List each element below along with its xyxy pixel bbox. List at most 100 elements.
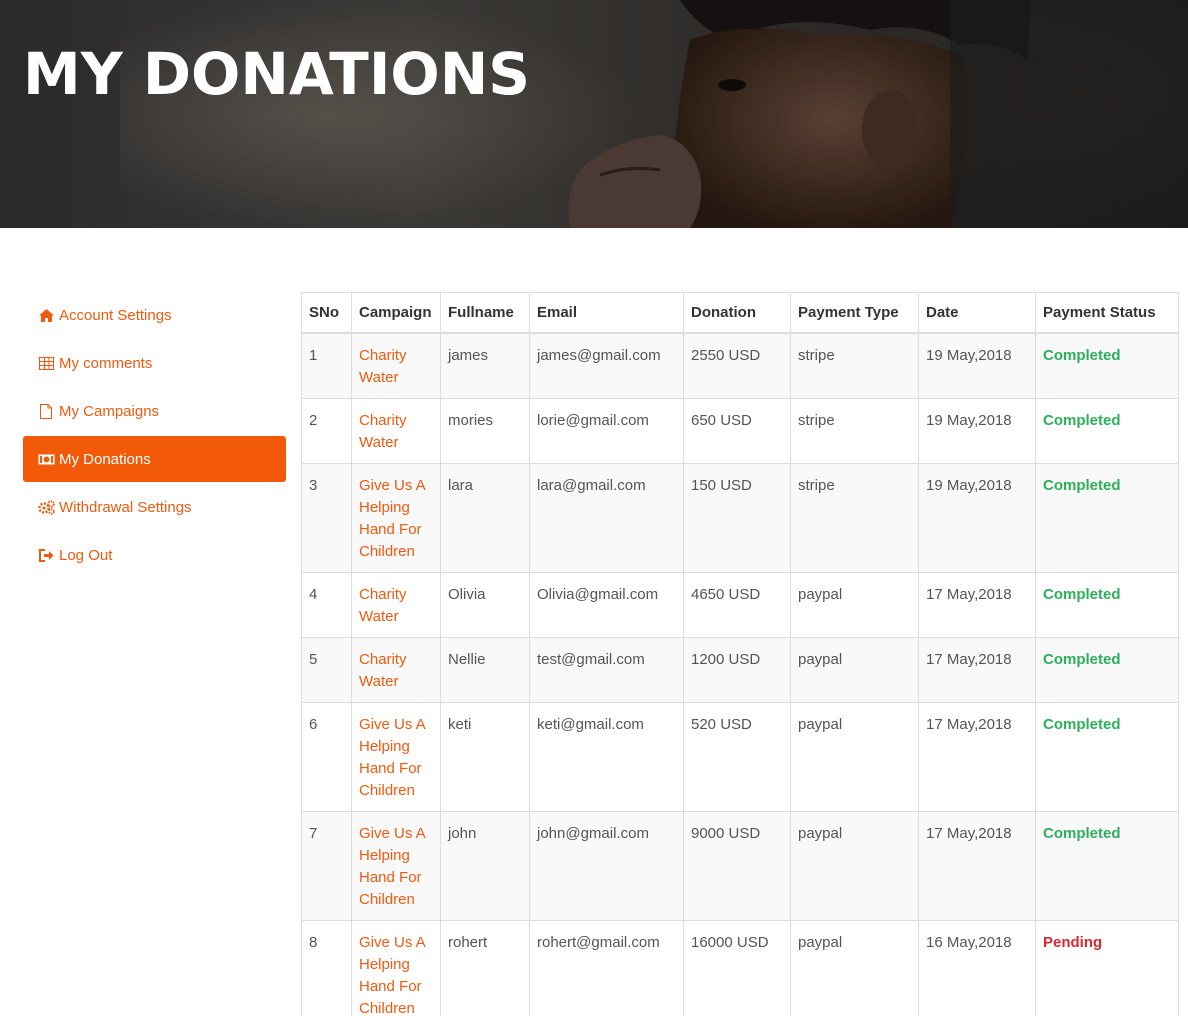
cell-email: Olivia@gmail.com: [529, 571, 684, 638]
cell-fullname: john: [440, 810, 530, 921]
cell-payment-status: Completed: [1035, 571, 1179, 638]
cell-date: 17 May,2018: [918, 571, 1036, 638]
cell-donation: 1200 USD: [683, 636, 791, 703]
table-row: 3 Give Us A Helping Hand For Children lara…: [301, 462, 1179, 573]
cell-fullname: rohert: [440, 919, 530, 1016]
cell-fullname: Nellie: [440, 636, 530, 703]
cell-date: 19 May,2018: [918, 397, 1036, 464]
cell-email: lorie@gmail.com: [529, 397, 684, 464]
cell-sno: 7: [301, 810, 352, 921]
column-header-campaign: Campaign: [351, 292, 441, 334]
column-header-date: Date: [918, 292, 1036, 334]
cell-campaign[interactable]: Charity Water: [351, 332, 441, 399]
table-row: 2 Charity Water mories lorie@gmail.com 650 U…: [301, 397, 1179, 464]
cell-email: test@gmail.com: [529, 636, 684, 703]
cell-sno: 3: [301, 462, 352, 573]
table-row: 5 Charity Water Nellie test@gmail.com 1200 U…: [301, 636, 1179, 703]
donations-table-container: SNo Campaign Fullname Email Donation Pay…: [301, 292, 1179, 1016]
banner-photo-child: [568, 0, 1188, 228]
sidebar-item-log-out[interactable]: Log Out: [23, 532, 286, 578]
cell-sno: 6: [301, 701, 352, 812]
cell-payment-type: paypal: [790, 810, 919, 921]
sidebar-item-label: My Campaigns: [59, 402, 160, 420]
cell-payment-type: paypal: [790, 701, 919, 812]
cell-sno: 2: [301, 397, 352, 464]
cell-donation: 16000 USD: [683, 919, 791, 1016]
cell-donation: 9000 USD: [683, 810, 791, 921]
sidebar-item-label: Log Out: [59, 546, 113, 564]
cell-donation: 4650 USD: [683, 571, 791, 638]
cell-payment-status: Completed: [1035, 332, 1179, 399]
sign-out-icon: [37, 547, 55, 563]
cell-payment-status: Pending: [1035, 919, 1179, 1016]
home-icon: [37, 307, 55, 323]
donations-table-body: 1 Charity Water james james@gmail.com 2550 U…: [301, 332, 1179, 1016]
cell-campaign[interactable]: Give Us A Helping Hand For Children: [351, 462, 441, 573]
sidebar-item-my-comments[interactable]: My comments: [23, 340, 286, 386]
sidebar-item-label: My comments: [59, 354, 153, 372]
account-sidebar: Account Settings My comments My Campaign…: [23, 292, 286, 580]
cell-donation: 150 USD: [683, 462, 791, 573]
cell-donation: 2550 USD: [683, 332, 791, 399]
table-icon: [37, 355, 55, 371]
cell-sno: 1: [301, 332, 352, 399]
cell-campaign[interactable]: Charity Water: [351, 397, 441, 464]
cell-payment-type: stripe: [790, 332, 919, 399]
cell-campaign[interactable]: Give Us A Helping Hand For Children: [351, 919, 441, 1016]
cell-payment-status: Completed: [1035, 701, 1179, 812]
cell-date: 19 May,2018: [918, 462, 1036, 573]
cell-date: 17 May,2018: [918, 636, 1036, 703]
cell-payment-type: stripe: [790, 462, 919, 573]
column-header-sno: SNo: [301, 292, 352, 334]
table-header-row: SNo Campaign Fullname Email Donation Pay…: [301, 292, 1179, 334]
page-title: MY DONATIONS: [23, 40, 531, 108]
cell-fullname: lara: [440, 462, 530, 573]
column-header-fullname: Fullname: [440, 292, 530, 334]
gears-icon: [37, 499, 55, 515]
cell-email: john@gmail.com: [529, 810, 684, 921]
cell-payment-type: paypal: [790, 571, 919, 638]
cell-sno: 4: [301, 571, 352, 638]
sidebar-item-label: Withdrawal Settings: [59, 498, 192, 516]
table-row: 6 Give Us A Helping Hand For Children keti…: [301, 701, 1179, 812]
column-header-payment-status: Payment Status: [1035, 292, 1179, 334]
cell-payment-status: Completed: [1035, 397, 1179, 464]
cell-payment-status: Completed: [1035, 636, 1179, 703]
column-header-payment-type: Payment Type: [790, 292, 919, 334]
cell-fullname: james: [440, 332, 530, 399]
cell-date: 17 May,2018: [918, 701, 1036, 812]
cell-fullname: keti: [440, 701, 530, 812]
cell-campaign[interactable]: Give Us A Helping Hand For Children: [351, 701, 441, 812]
cell-campaign[interactable]: Give Us A Helping Hand For Children: [351, 810, 441, 921]
cell-donation: 520 USD: [683, 701, 791, 812]
sidebar-item-withdrawal-settings[interactable]: Withdrawal Settings: [23, 484, 286, 530]
file-icon: [37, 403, 55, 419]
cell-payment-status: Completed: [1035, 810, 1179, 921]
sidebar-item-account-settings[interactable]: Account Settings: [23, 292, 286, 338]
cell-sno: 8: [301, 919, 352, 1016]
table-row: 1 Charity Water james james@gmail.com 2550 U…: [301, 332, 1179, 399]
page-banner: MY DONATIONS: [0, 0, 1188, 228]
cell-payment-type: paypal: [790, 919, 919, 1016]
cell-email: lara@gmail.com: [529, 462, 684, 573]
cell-payment-type: stripe: [790, 397, 919, 464]
cell-date: 16 May,2018: [918, 919, 1036, 1016]
cell-payment-type: paypal: [790, 636, 919, 703]
donations-table: SNo Campaign Fullname Email Donation Pay…: [301, 292, 1179, 1016]
sidebar-item-label: My Donations: [59, 450, 151, 468]
cell-fullname: mories: [440, 397, 530, 464]
cell-fullname: Olivia: [440, 571, 530, 638]
money-icon: [37, 451, 55, 467]
cell-donation: 650 USD: [683, 397, 791, 464]
column-header-email: Email: [529, 292, 684, 334]
cell-date: 19 May,2018: [918, 332, 1036, 399]
cell-sno: 5: [301, 636, 352, 703]
cell-campaign[interactable]: Charity Water: [351, 636, 441, 703]
cell-campaign[interactable]: Charity Water: [351, 571, 441, 638]
sidebar-item-my-campaigns[interactable]: My Campaigns: [23, 388, 286, 434]
table-row: 4 Charity Water Olivia Olivia@gmail.com 4650…: [301, 571, 1179, 638]
sidebar-item-label: Account Settings: [59, 306, 172, 324]
table-row: 8 Give Us A Helping Hand For Children rohe…: [301, 919, 1179, 1016]
cell-email: keti@gmail.com: [529, 701, 684, 812]
sidebar-item-my-donations[interactable]: My Donations: [23, 436, 286, 482]
